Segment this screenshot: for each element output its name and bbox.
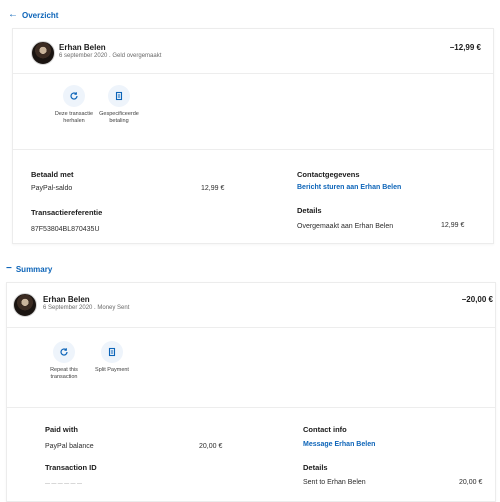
receipt-icon <box>108 347 116 357</box>
transaction-subtitle: 6 september 2020 . Geld overgemaakt <box>59 53 162 59</box>
back-arrow-icon: − <box>6 263 12 274</box>
avatar <box>13 293 37 317</box>
details-amount: 12,99 € <box>441 222 465 229</box>
contact-info-heading: Contact info <box>303 425 347 434</box>
paid-with-heading: Paid with <box>45 425 78 434</box>
transaction-id-heading: Transaction ID <box>45 463 97 472</box>
back-arrow-icon: ← <box>8 9 18 20</box>
repeat-transaction-label: Repeat this transaction <box>50 367 78 380</box>
message-contact-link[interactable]: Message Erhan Belen <box>303 441 375 448</box>
details-label: Sent to Erhan Belen <box>303 479 366 486</box>
transaction-amount: −12,99 € <box>449 43 481 52</box>
repeat-transaction-label: Deze transactie herhalen <box>54 111 94 124</box>
avatar <box>31 41 55 65</box>
paid-with-heading: Betaald met <box>31 170 74 179</box>
transaction-panel-english: − Summary Erhan Belen 6 September 2020 .… <box>0 248 500 502</box>
itemized-payment-button[interactable] <box>108 85 130 107</box>
back-link-label: Overzicht <box>22 10 59 20</box>
transaction-reference-heading: Transactiereferentie <box>31 208 103 217</box>
refresh-icon <box>60 348 68 356</box>
split-payment-button[interactable] <box>101 341 123 363</box>
transaction-panel-dutch: ← Overzicht Erhan Belen 6 september 2020… <box>0 0 500 248</box>
payment-method-amount: 20,00 € <box>199 443 223 450</box>
transaction-card: Erhan Belen 6 september 2020 . Geld over… <box>12 28 494 244</box>
contact-heading: Contactgegevens <box>297 170 360 179</box>
transaction-id-value: — — — — — — <box>45 481 82 487</box>
payment-method: PayPal-saldo <box>31 185 73 192</box>
back-link[interactable]: ← Overzicht <box>8 10 58 20</box>
itemized-payment-label: Gespecificeerde betaling <box>99 111 139 124</box>
payment-method-amount: 12,99 € <box>201 185 225 192</box>
divider <box>7 327 495 328</box>
transaction-subtitle: 6 September 2020 . Money Sent <box>43 305 130 311</box>
recipient-name: Erhan Belen <box>43 295 90 304</box>
divider <box>13 149 493 150</box>
transaction-card: Erhan Belen 6 September 2020 . Money Sen… <box>6 282 496 502</box>
refresh-icon <box>70 92 78 100</box>
repeat-transaction-button[interactable] <box>53 341 75 363</box>
back-link[interactable]: − Summary <box>6 264 52 274</box>
details-heading: Details <box>303 463 328 472</box>
back-link-label: Summary <box>15 264 53 274</box>
transaction-reference-value: 87F53804BL870435U <box>31 226 100 233</box>
details-label: Overgemaakt aan Erhan Belen <box>297 223 394 230</box>
repeat-transaction-button[interactable] <box>63 85 85 107</box>
transaction-amount: −20,00 € <box>461 295 493 304</box>
split-payment-label: Split Payment <box>95 367 129 373</box>
details-amount: 20,00 € <box>459 479 483 486</box>
receipt-icon <box>115 91 123 101</box>
divider <box>7 407 495 408</box>
message-contact-link[interactable]: Bericht sturen aan Erhan Belen <box>297 184 401 191</box>
divider <box>13 73 493 74</box>
recipient-name: Erhan Belen <box>59 43 106 52</box>
payment-method: PayPal balance <box>45 443 94 450</box>
details-heading: Details <box>297 206 322 215</box>
